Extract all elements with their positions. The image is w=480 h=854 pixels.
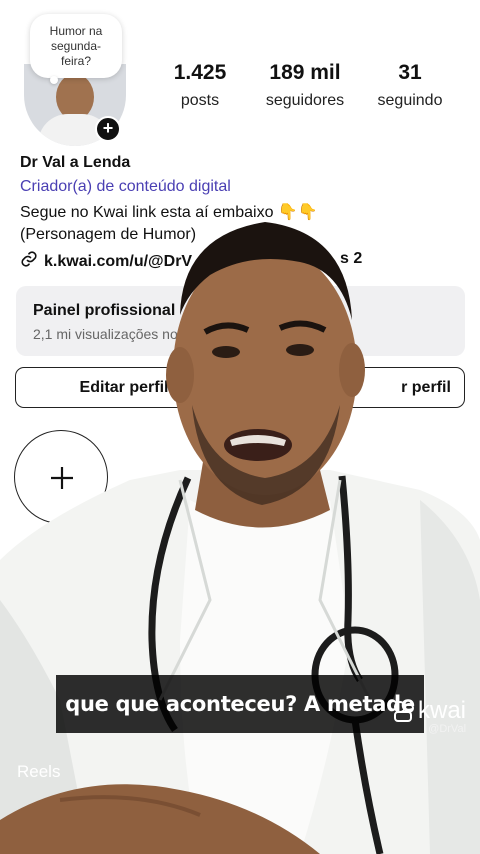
- stat-following[interactable]: 31 seguindo: [360, 60, 460, 112]
- link-icon: [20, 250, 38, 273]
- profile-link-text: k.kwai.com/u/@DrV: [44, 252, 193, 270]
- stat-following-label: seguindo: [377, 92, 443, 109]
- profile-link-tail: s 2: [340, 250, 363, 267]
- note-text: Humor na segunda-feira?: [49, 23, 103, 68]
- profile-link[interactable]: k.kwai.com/u/@DrV: [20, 250, 192, 273]
- kwai-logo-icon: [394, 701, 414, 722]
- profile-category: Criador(a) de conteúdo digital: [20, 178, 231, 195]
- note-bubble[interactable]: Humor na segunda-feira?: [30, 14, 122, 78]
- kwai-handle: @DrVal: [428, 723, 467, 735]
- bio-line-1: Segue no Kwai link esta aí embaixo 👇👇: [20, 204, 318, 221]
- stat-followers[interactable]: 189 mil seguidores: [250, 60, 360, 112]
- add-story-icon[interactable]: +: [95, 116, 121, 142]
- professional-dashboard[interactable]: Painel profissional 2,1 mi visualizações…: [16, 286, 465, 356]
- note-bubble-tail: [50, 76, 58, 84]
- plus-icon: [51, 467, 73, 489]
- bio-line-2: (Personagem de Humor): [20, 226, 197, 243]
- profile-name: Dr Val a Lenda: [20, 154, 131, 171]
- edit-profile-button[interactable]: Editar perfil: [15, 367, 233, 408]
- video-caption: que que aconteceu? A metade: [56, 675, 424, 733]
- kwai-watermark: kwai @DrVal: [392, 697, 466, 735]
- new-highlight-button[interactable]: [14, 430, 108, 524]
- share-profile-label: r perfil: [401, 378, 451, 396]
- stat-followers-label: seguidores: [265, 92, 345, 109]
- stat-posts-value: 1.425: [173, 61, 227, 84]
- stat-followers-value: 189 mil: [269, 61, 341, 84]
- stat-following-value: 31: [398, 61, 422, 84]
- profile-stats: 1.425 posts 189 mil seguidores 31 seguin…: [150, 60, 470, 112]
- kwai-logo-text: kwai: [418, 697, 467, 724]
- stat-posts[interactable]: 1.425 posts: [150, 60, 250, 112]
- dashboard-subtitle: 2,1 mi visualizações no: [33, 326, 178, 342]
- share-profile-button[interactable]: r perfil: [247, 367, 465, 408]
- stat-posts-label: posts: [180, 92, 220, 109]
- dashboard-title: Painel profissional: [33, 302, 176, 319]
- tab-reels[interactable]: Reels: [17, 762, 60, 782]
